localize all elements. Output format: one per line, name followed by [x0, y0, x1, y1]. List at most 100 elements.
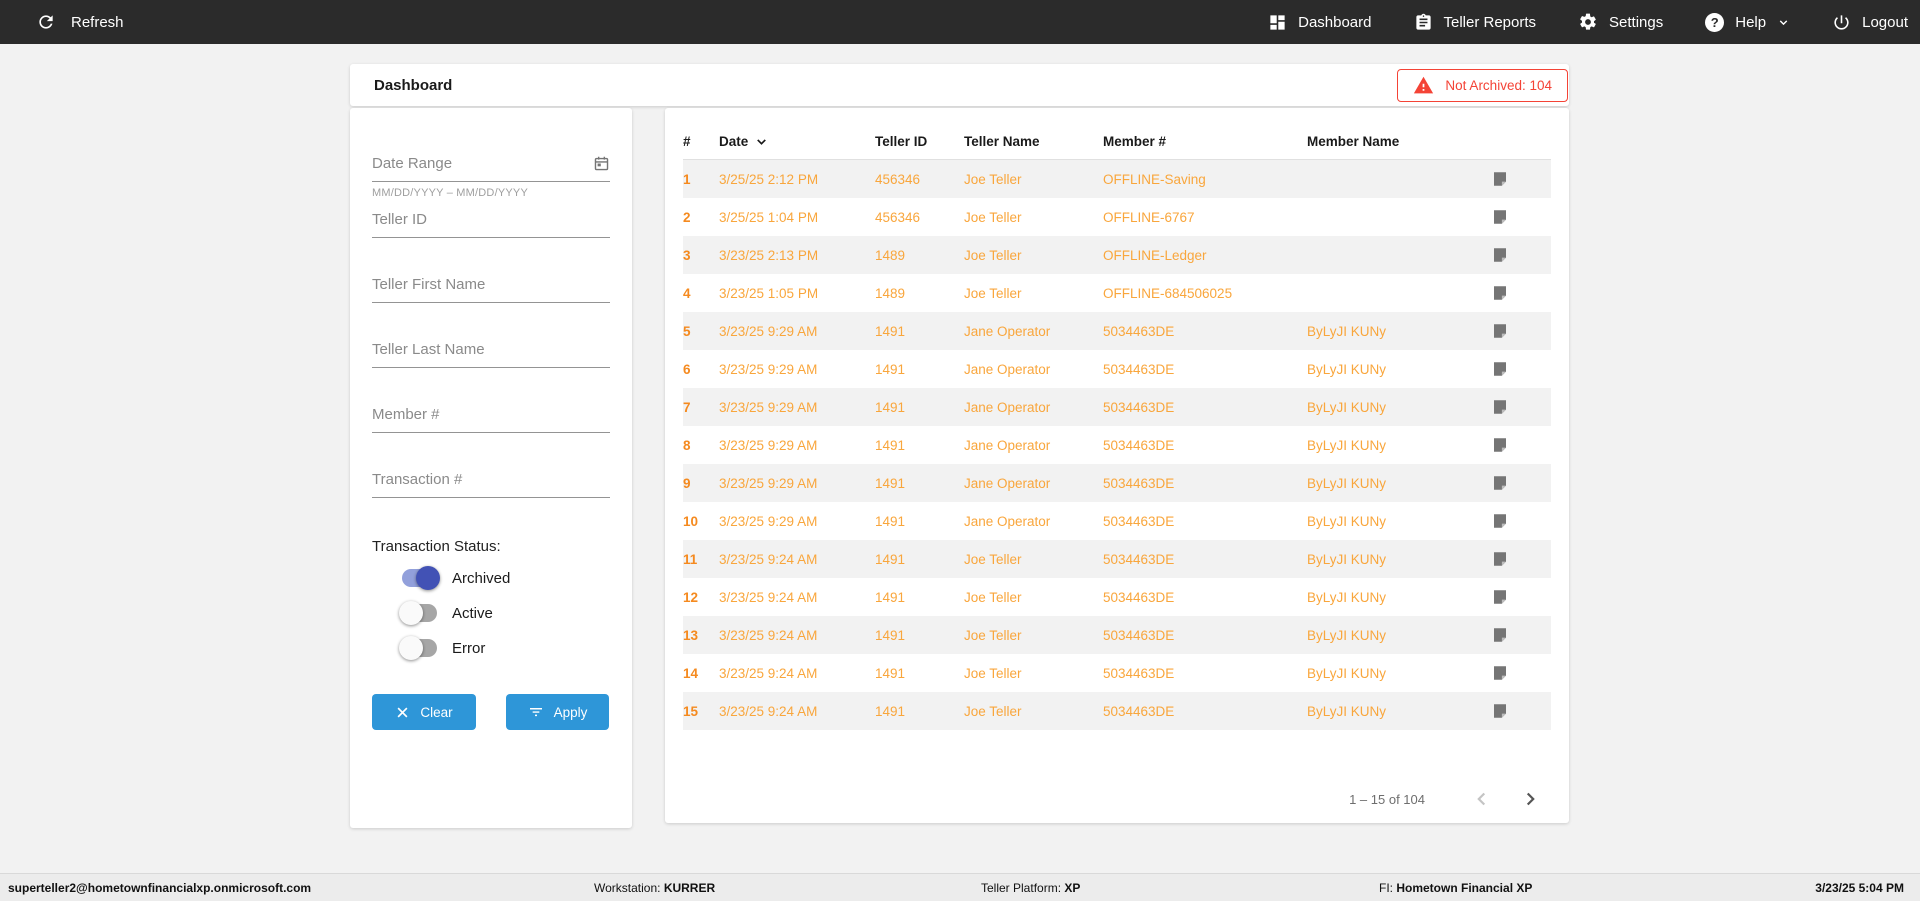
table-row[interactable]: 9 3/23/25 9:29 AM 1491 Jane Operator 5034463…	[683, 464, 1551, 502]
note-icon[interactable]	[1491, 588, 1509, 606]
cell-member-name: ByLyJI KUNy	[1307, 665, 1387, 681]
cell-teller-name: Joe Teller	[964, 627, 1022, 643]
cell-member-name: ByLyJI KUNy	[1307, 513, 1387, 529]
row-number: 2	[683, 209, 691, 225]
table-row[interactable]: 15 3/23/25 9:24 AM 1491 Joe Teller 5034463DE…	[683, 692, 1551, 730]
note-icon[interactable]	[1491, 664, 1509, 682]
clear-button[interactable]: Clear	[372, 694, 476, 730]
table-row[interactable]: 1 3/25/25 2:12 PM 456346 Joe Teller OFFLINE-…	[683, 160, 1551, 198]
toggle-archived[interactable]: Archived	[402, 566, 510, 590]
table-row[interactable]: 7 3/23/25 9:29 AM 1491 Jane Operator 5034463…	[683, 388, 1551, 426]
nav-help[interactable]: ? Help	[1705, 12, 1790, 32]
note-icon[interactable]	[1491, 360, 1509, 378]
note-icon[interactable]	[1491, 512, 1509, 530]
table-row[interactable]: 11 3/23/25 9:24 AM 1491 Joe Teller 5034463DE…	[683, 540, 1551, 578]
status-bar: superteller2@hometownfinancialxp.onmicro…	[0, 873, 1920, 901]
fi-status: FI: Hometown Financial XP	[1379, 880, 1533, 895]
toggle-error[interactable]: Error	[399, 636, 485, 660]
transaction-status-label: Transaction Status:	[372, 538, 501, 555]
col-teller-id: Teller ID	[875, 133, 928, 149]
cell-teller-id: 1491	[875, 513, 906, 529]
warning-icon	[1414, 76, 1434, 93]
close-icon	[397, 707, 408, 717]
transaction-number-field	[372, 468, 610, 498]
cell-member-name: ByLyJI KUNy	[1307, 399, 1387, 415]
note-icon[interactable]	[1491, 170, 1509, 188]
table-row[interactable]: 14 3/23/25 9:24 AM 1491 Joe Teller 5034463DE…	[683, 654, 1551, 692]
table-row[interactable]: 8 3/23/25 9:29 AM 1491 Jane Operator 5034463…	[683, 426, 1551, 464]
cell-date: 3/23/25 2:13 PM	[719, 247, 819, 263]
transaction-number-input[interactable]	[372, 468, 610, 490]
archived-switch[interactable]	[402, 566, 440, 590]
cell-date: 3/23/25 9:24 AM	[719, 665, 818, 681]
cell-member-number: 5034463DE	[1103, 323, 1175, 339]
table-row[interactable]: 13 3/23/25 9:24 AM 1491 Joe Teller 5034463DE…	[683, 616, 1551, 654]
table-row[interactable]: 3 3/23/25 2:13 PM 1489 Joe Teller OFFLINE-Le…	[683, 236, 1551, 274]
cell-member-name: ByLyJI KUNy	[1307, 551, 1387, 567]
cell-teller-id: 1491	[875, 589, 906, 605]
error-switch[interactable]	[399, 636, 437, 660]
teller-id-input[interactable]	[372, 208, 610, 230]
prev-page-icon[interactable]	[1471, 788, 1493, 810]
note-icon[interactable]	[1491, 436, 1509, 454]
cell-member-number: 5034463DE	[1103, 703, 1175, 719]
cell-teller-id: 1491	[875, 361, 906, 377]
dashboard-icon	[1270, 14, 1285, 30]
note-icon[interactable]	[1491, 550, 1509, 568]
cell-teller-name: Joe Teller	[964, 285, 1022, 301]
not-archived-badge: Not Archived: 104	[1397, 68, 1568, 102]
row-number: 5	[683, 323, 691, 339]
date-range-input[interactable]	[372, 152, 585, 174]
nav-logout[interactable]: Logout	[1832, 13, 1908, 32]
note-icon[interactable]	[1491, 626, 1509, 644]
cell-date: 3/25/25 2:12 PM	[719, 171, 819, 187]
member-number-input[interactable]	[372, 403, 610, 425]
cell-teller-id: 1489	[875, 285, 906, 301]
row-number: 3	[683, 247, 691, 263]
workstation-status: Workstation: KURRER	[594, 880, 716, 895]
toggle-active[interactable]: Active	[399, 601, 493, 625]
teller-last-name-input[interactable]	[372, 338, 610, 360]
next-page-icon[interactable]	[1519, 788, 1541, 810]
nav-teller-reports[interactable]: Teller Reports	[1414, 13, 1536, 32]
cell-teller-id: 1491	[875, 703, 906, 719]
cell-teller-id: 1491	[875, 399, 906, 415]
cell-teller-name: Jane Operator	[964, 475, 1051, 491]
col-date[interactable]: Date	[719, 134, 875, 149]
table-row[interactable]: 2 3/25/25 1:04 PM 456346 Joe Teller OFFLINE-…	[683, 198, 1551, 236]
apply-button[interactable]: Apply	[506, 694, 609, 730]
note-icon[interactable]	[1491, 208, 1509, 226]
cell-teller-name: Joe Teller	[964, 703, 1022, 719]
refresh-button[interactable]: Refresh	[36, 12, 124, 32]
note-icon[interactable]	[1491, 398, 1509, 416]
active-label: Active	[452, 604, 493, 622]
nav-dashboard[interactable]: Dashboard	[1268, 13, 1372, 32]
transactions-table-card: # Date Teller ID Teller Name Member # Me…	[665, 108, 1569, 823]
table-row[interactable]: 12 3/23/25 9:24 AM 1491 Joe Teller 5034463DE…	[683, 578, 1551, 616]
teller-first-name-input[interactable]	[372, 273, 610, 295]
table-row[interactable]: 4 3/23/25 1:05 PM 1489 Joe Teller OFFLINE-68…	[683, 274, 1551, 312]
apply-button-label: Apply	[553, 704, 588, 720]
chevron-down-icon	[1779, 19, 1788, 25]
cell-teller-id: 1491	[875, 475, 906, 491]
cell-date: 3/23/25 9:29 AM	[719, 399, 818, 415]
top-bar: Refresh Dashboard Teller Reports Setting…	[0, 0, 1920, 44]
nav-settings[interactable]: Settings	[1578, 12, 1663, 32]
cell-date: 3/23/25 9:29 AM	[719, 361, 818, 377]
note-icon[interactable]	[1491, 474, 1509, 492]
row-number: 7	[683, 399, 691, 415]
active-switch[interactable]	[399, 601, 437, 625]
table-row[interactable]: 6 3/23/25 9:29 AM 1491 Jane Operator 5034463…	[683, 350, 1551, 388]
top-nav: Dashboard Teller Reports Settings ? Help…	[1268, 12, 1908, 32]
clipboard-icon	[1415, 13, 1431, 30]
note-icon[interactable]	[1491, 246, 1509, 264]
table-row[interactable]: 10 3/23/25 9:29 AM 1491 Jane Operator 503446…	[683, 502, 1551, 540]
cell-member-name: ByLyJI KUNy	[1307, 589, 1387, 605]
note-icon[interactable]	[1491, 322, 1509, 340]
note-icon[interactable]	[1491, 284, 1509, 302]
table-row[interactable]: 5 3/23/25 9:29 AM 1491 Jane Operator 5034463…	[683, 312, 1551, 350]
row-number: 12	[683, 589, 699, 605]
calendar-icon[interactable]	[593, 155, 610, 172]
fi-value: Hometown Financial XP	[1396, 880, 1533, 895]
note-icon[interactable]	[1491, 702, 1509, 720]
